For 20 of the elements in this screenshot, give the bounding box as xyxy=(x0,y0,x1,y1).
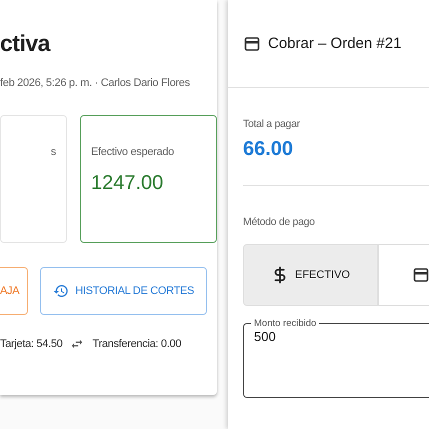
stat-value: 1247.00 xyxy=(91,172,164,195)
card-icon xyxy=(413,267,429,283)
field-label: Monto recibido xyxy=(253,318,318,329)
amount-field[interactable]: Monto recibido 500 xyxy=(243,318,429,398)
total-amount: 66.00 xyxy=(243,138,294,161)
payment-total: Transferencia: 0.00 xyxy=(92,338,182,350)
amount-input[interactable]: 500 xyxy=(254,329,294,344)
session-info: feb 2026, 5:26 p. m. · Carlos Dario Flores xyxy=(0,77,191,89)
card-icon xyxy=(244,36,260,52)
dialog-title: Cobrar – Orden #21 xyxy=(268,35,402,52)
method-label: Método de pago xyxy=(243,216,316,228)
history-icon xyxy=(53,283,70,299)
payment-total: Tarjeta: 54.50 xyxy=(0,338,62,350)
payment-method-button[interactable]: EFECTIVO xyxy=(243,244,378,306)
payment-method-button[interactable] xyxy=(378,244,429,306)
total-label: Total a pagar xyxy=(243,118,301,130)
stat-label: Efectivo esperado xyxy=(91,146,174,158)
stat-label: s xyxy=(50,146,56,158)
page-title: ctiva xyxy=(0,30,52,57)
history-button[interactable]: HISTORIAL DE CORTES xyxy=(40,267,208,315)
